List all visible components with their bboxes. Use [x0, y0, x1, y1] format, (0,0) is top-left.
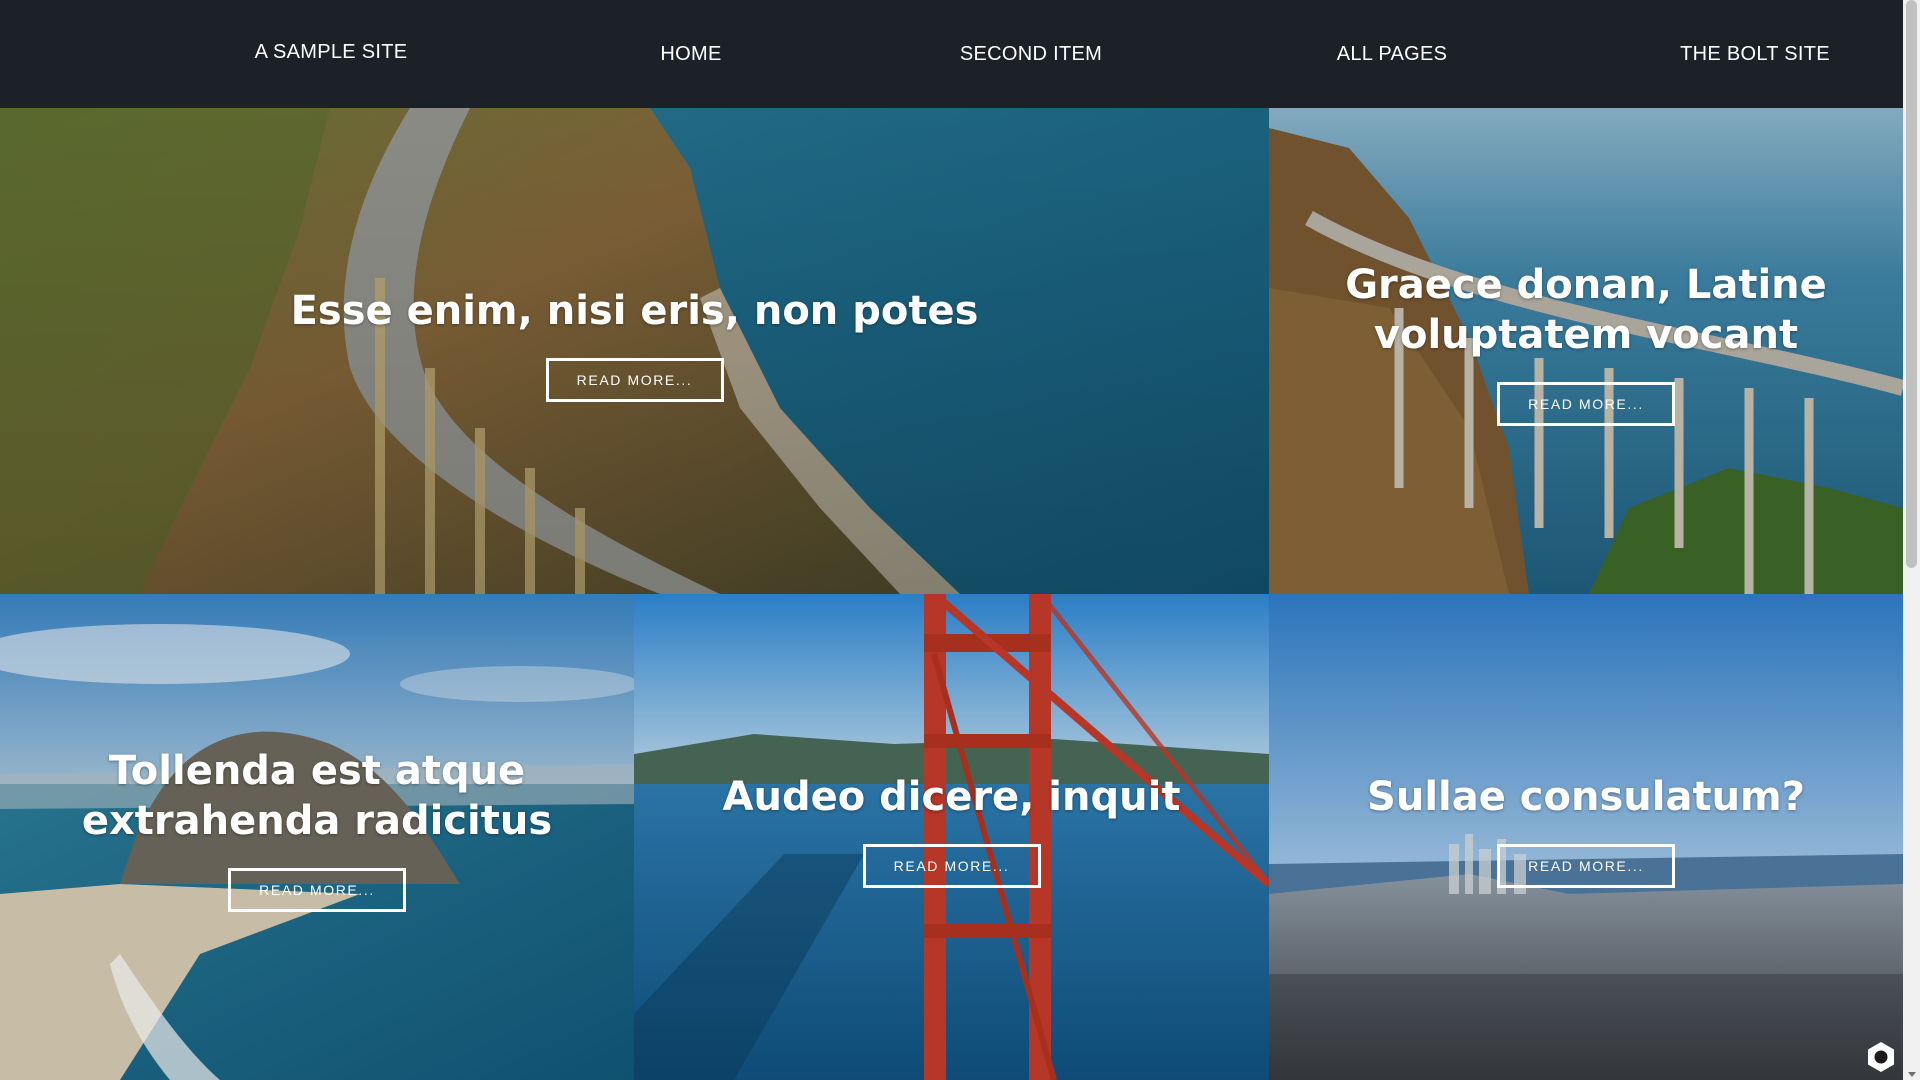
hexagon-ring-icon[interactable]	[1864, 1040, 1898, 1074]
tile-4-content: Audeo dicere, inquit READ MORE...	[634, 772, 1269, 888]
nav-item-home[interactable]: HOME	[660, 0, 721, 108]
tile-5-content: Sullae consulatum? READ MORE...	[1269, 772, 1903, 888]
scroll-down-arrow-icon[interactable]	[1908, 1072, 1916, 1077]
nav-item-all-pages[interactable]: ALL PAGES	[1337, 0, 1448, 108]
feature-tile-3: Tollenda est atque extrahenda radicitus …	[0, 594, 634, 1080]
site-brand-link[interactable]: A SAMPLE SITE	[255, 0, 408, 108]
tile-3-content: Tollenda est atque extrahenda radicitus …	[0, 746, 634, 912]
tile-2-read-more-button[interactable]: READ MORE...	[1497, 382, 1675, 426]
nav-item-the-bolt-site[interactable]: THE BOLT SITE	[1680, 0, 1830, 108]
tile-1-read-more-button[interactable]: READ MORE...	[545, 358, 724, 402]
vertical-scrollbar[interactable]	[1903, 0, 1920, 1080]
tile-4-title: Audeo dicere, inquit	[722, 774, 1181, 820]
feature-tile-4: Audeo dicere, inquit READ MORE...	[634, 594, 1269, 1080]
tile-3-read-more-button[interactable]: READ MORE...	[228, 868, 406, 912]
feature-tile-5: Sullae consulatum? READ MORE...	[1269, 594, 1903, 1080]
tile-1-title: Esse enim, nisi eris, non potes	[290, 288, 979, 334]
tile-1-content: Esse enim, nisi eris, non potes READ MOR…	[0, 286, 1269, 402]
tile-4-read-more-button[interactable]: READ MORE...	[862, 844, 1041, 888]
nav-item-second-item[interactable]: SECOND ITEM	[960, 0, 1102, 108]
tile-2-title: Graece donan, Latine voluptatem vocant	[1345, 262, 1827, 358]
scrollbar-thumb[interactable]	[1906, 0, 1917, 568]
feature-tile-2: Graece donan, Latine voluptatem vocant R…	[1269, 108, 1903, 594]
tile-5-read-more-button[interactable]: READ MORE...	[1497, 844, 1675, 888]
page: A SAMPLE SITE HOME SECOND ITEM ALL PAGES…	[0, 0, 1920, 1080]
feature-tile-1: Esse enim, nisi eris, non potes READ MOR…	[0, 108, 1269, 594]
top-navbar: A SAMPLE SITE HOME SECOND ITEM ALL PAGES…	[0, 0, 1903, 108]
tile-2-content: Graece donan, Latine voluptatem vocant R…	[1269, 260, 1903, 426]
tile-3-title: Tollenda est atque extrahenda radicitus	[81, 748, 553, 844]
tile-5-title: Sullae consulatum?	[1367, 774, 1805, 820]
